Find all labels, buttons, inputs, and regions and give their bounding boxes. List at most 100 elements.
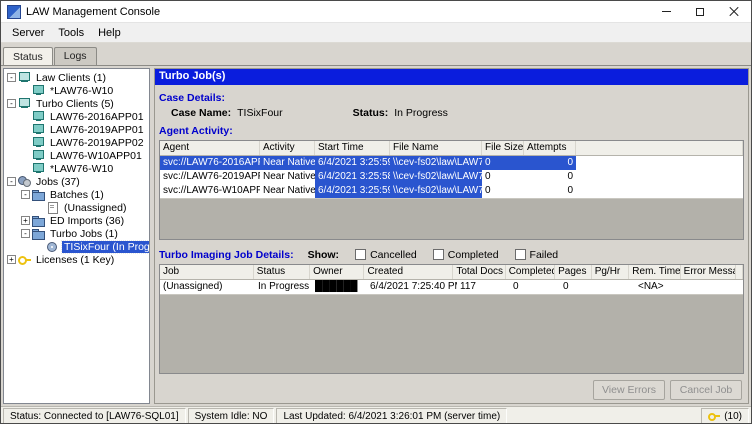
tree-item-label: Turbo Clients (5) — [36, 97, 114, 110]
tree-item-jobs[interactable]: - Jobs (37) — [4, 175, 149, 188]
panel-title: Turbo Job(s) — [155, 69, 748, 85]
tab-status[interactable]: Status — [3, 47, 53, 66]
case-status-value: In Progress — [394, 107, 448, 120]
tree-item-law76-2019app02[interactable]: LAW76-2019APP02 — [4, 136, 149, 149]
start-time-cell: 6/4/2021 3:25:58 PM — [315, 170, 390, 185]
file-size-cell: 0 — [485, 185, 491, 197]
tree-item-ed-imports[interactable]: + ED Imports (36) — [4, 214, 149, 227]
tree-item-law76-2019app01[interactable]: LAW76-2019APP01 — [4, 123, 149, 136]
tree-item-turbo-clients[interactable]: - Turbo Clients (5) — [4, 97, 149, 110]
row-filler — [576, 170, 743, 185]
col-header-job[interactable]: Job — [160, 264, 254, 279]
file-name-cell: \\cev-fs02\law\LAW76\TISixFo — [390, 184, 482, 199]
tree-item-batches[interactable]: - Batches (1) — [4, 188, 149, 201]
col-header-attempts[interactable]: Attempts — [524, 141, 576, 156]
start-time-cell: 6/4/2021 3:25:59 PM — [315, 184, 390, 199]
col-header-pg-hr[interactable]: Pg/Hr — [592, 264, 630, 279]
tree-item-law76-w10-turbo[interactable]: *LAW76-W10 — [4, 162, 149, 175]
expander-icon[interactable]: - — [21, 229, 30, 238]
agent-row[interactable]: svc://LAW76-2019APP02:2 Near Native Im 6… — [160, 170, 743, 185]
expander-icon[interactable]: - — [7, 99, 16, 108]
tree-item-law76-2016app01[interactable]: LAW76-2016APP01 — [4, 110, 149, 123]
tree-item-unassigned[interactable]: (Unassigned) — [4, 201, 149, 214]
expander-icon[interactable]: + — [7, 255, 16, 264]
monitor-icon — [32, 85, 45, 96]
agent-row-selected[interactable]: svc://LAW76-2016APP01:2 Near Native Im 6… — [160, 156, 743, 171]
col-header-rem-time[interactable]: Rem. Time — [629, 264, 681, 279]
col-header-file-size[interactable]: File Size — [482, 141, 524, 156]
agent-row[interactable]: svc://LAW76-W10APP01:2 Near Native Im 6/… — [160, 184, 743, 199]
job-row[interactable]: (Unassigned) In Progress ██████ 6/4/2021… — [160, 279, 743, 294]
menu-help[interactable]: Help — [91, 25, 128, 41]
attempts-cell: 0 — [524, 156, 576, 171]
filter-completed[interactable]: Completed — [432, 249, 499, 261]
folder-icon — [32, 189, 45, 201]
gear-icon — [46, 241, 59, 252]
view-errors-button[interactable]: View Errors — [593, 379, 665, 400]
show-label: Show: — [307, 248, 340, 261]
filter-failed[interactable]: Failed — [514, 248, 559, 261]
agent-cell: svc://LAW76-2016APP01:2 — [160, 156, 260, 171]
expander-icon[interactable]: - — [7, 177, 16, 186]
attempts-cell: 0 — [567, 171, 573, 183]
expander-icon[interactable]: - — [21, 190, 30, 199]
tree-item-tisixfour[interactable]: TISixFour (In Progress) — [4, 239, 149, 254]
job-details-label: Turbo Imaging Job Details: — [159, 248, 294, 261]
col-header-created[interactable]: Created — [364, 264, 454, 279]
tree-item-licenses[interactable]: + Licenses (1 Key) — [4, 253, 149, 266]
tree-item-law76-w10[interactable]: *LAW76-W10 — [4, 84, 149, 97]
failed-checkbox[interactable] — [514, 249, 526, 261]
tree-item-label: ED Imports (36) — [50, 214, 125, 227]
tree-item-law76-w10app01[interactable]: LAW76-W10APP01 — [4, 149, 149, 162]
expander-icon[interactable]: - — [7, 73, 16, 82]
col-header-pages[interactable]: Pages — [555, 264, 592, 279]
table-empty-area — [160, 293, 743, 373]
col-header-start-time[interactable]: Start Time — [315, 141, 390, 156]
col-header-error-message[interactable]: Error Message — [681, 264, 736, 279]
col-header-filler — [736, 264, 743, 279]
title-bar: LAW Management Console — [1, 1, 751, 23]
connection-status: Status: Connected to [LAW76-SQL01] — [3, 408, 186, 423]
minimize-button[interactable] — [649, 1, 683, 22]
col-header-activity[interactable]: Activity — [260, 141, 315, 156]
col-header-total-docs[interactable]: Total Docs — [453, 264, 506, 279]
pg-hr-cell — [597, 280, 635, 294]
tab-strip: Status Logs — [1, 43, 751, 66]
pages-cell: 0 — [563, 280, 569, 292]
col-header-completed[interactable]: Completed — [506, 264, 556, 279]
error-message-cell — [687, 280, 743, 294]
close-button[interactable] — [717, 1, 751, 22]
status-bar: Status: Connected to [LAW76-SQL01] Syste… — [1, 406, 751, 423]
document-icon — [46, 202, 59, 214]
key-icon — [18, 254, 31, 265]
filter-cancelled[interactable]: Cancelled — [355, 249, 417, 261]
completed-cell: 0 — [513, 280, 519, 292]
menu-tools[interactable]: Tools — [51, 25, 91, 41]
window-controls — [649, 1, 751, 22]
tree-item-turbo-jobs[interactable]: - Turbo Jobs (1) — [4, 227, 149, 240]
case-status-label: Status: — [352, 107, 389, 120]
cancelled-checkbox[interactable] — [355, 249, 367, 261]
job-cell: (Unassigned) — [163, 280, 223, 292]
monitor-icon — [32, 111, 45, 122]
last-updated-status: Last Updated: 6/4/2021 3:26:01 PM (serve… — [276, 408, 508, 423]
tab-logs[interactable]: Logs — [53, 47, 97, 65]
menu-server[interactable]: Server — [5, 25, 51, 41]
owner-cell: ██████ — [315, 280, 358, 292]
col-header-status[interactable]: Status — [254, 264, 311, 279]
expander-icon[interactable]: + — [21, 216, 30, 225]
monitor-icon — [32, 124, 45, 135]
cancel-job-button[interactable]: Cancel Job — [670, 379, 742, 400]
col-header-agent[interactable]: Agent — [160, 141, 260, 156]
table-empty-area — [160, 198, 743, 240]
tree-item-label: Turbo Jobs (1) — [50, 227, 118, 240]
completed-checkbox[interactable] — [432, 249, 444, 261]
col-header-owner[interactable]: Owner — [310, 264, 365, 279]
gears-icon — [18, 176, 31, 187]
folder-icon — [32, 228, 45, 240]
tree-item-law-clients[interactable]: - Law Clients (1) — [4, 71, 149, 84]
maximize-button[interactable] — [683, 1, 717, 22]
failed-label: Failed — [529, 248, 559, 261]
col-header-file-name[interactable]: File Name — [390, 141, 482, 156]
agent-table-header: Agent Activity Start Time File Name File… — [160, 141, 743, 157]
